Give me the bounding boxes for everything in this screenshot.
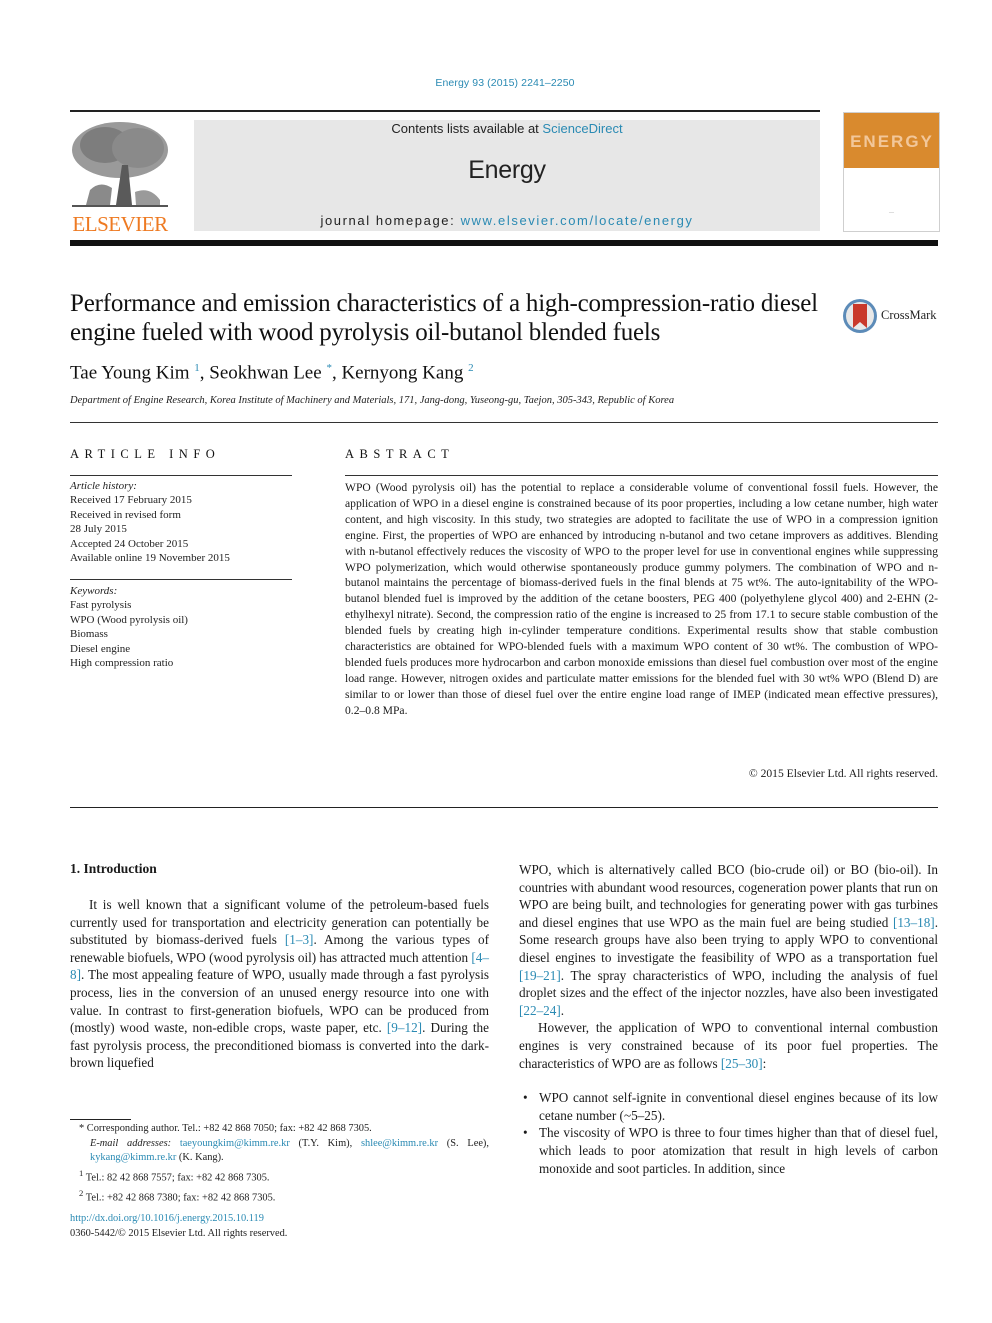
- crossmark-label: CrossMark: [881, 308, 937, 322]
- footnote-rule: [70, 1119, 131, 1120]
- journal-banner: Contents lists available at ScienceDirec…: [194, 120, 820, 231]
- bullet-item: The viscosity of WPO is three to four ti…: [519, 1124, 938, 1177]
- abstract-heading: ABSTRACT: [345, 447, 455, 461]
- author-list: Tae Young Kim 1, Seokhwan Lee *, Kernyon…: [70, 362, 474, 384]
- email-owner: (K. Kang).: [176, 1152, 224, 1164]
- divider: [70, 475, 292, 476]
- footnotes: * Corresponding author. Tel.: +82 42 868…: [70, 1122, 489, 1206]
- cover-title: ENERGY: [850, 132, 934, 151]
- citation-link[interactable]: [1–3]: [285, 932, 314, 947]
- elsevier-tree-icon: [70, 120, 170, 212]
- article-info-heading: ARTICLE INFO: [70, 447, 221, 461]
- contents-line: Contents lists available at ScienceDirec…: [194, 121, 820, 136]
- header-thick-rule: [70, 240, 938, 246]
- journal-name: Energy: [468, 156, 546, 184]
- divider: [70, 807, 938, 808]
- divider: [345, 475, 938, 476]
- footnote-emails: E-mail addresses: taeyoungkim@kimm.re.kr…: [70, 1137, 489, 1166]
- body-column-right: WPO, which is alternatively called BCO (…: [519, 861, 938, 1177]
- homepage-prefix: journal homepage:: [320, 213, 461, 228]
- divider: [70, 579, 292, 580]
- history-item: Received in revised form: [70, 508, 181, 521]
- section-heading-introduction: 1. Introduction: [70, 861, 157, 876]
- affiliation: Department of Engine Research, Korea Ins…: [70, 395, 675, 406]
- citation-link[interactable]: [4–8]: [70, 950, 489, 983]
- citation-link[interactable]: [19–21]: [519, 968, 561, 983]
- bullet-item: WPO cannot self-ignite in conventional d…: [519, 1089, 938, 1124]
- email-label: E-mail addresses:: [90, 1137, 180, 1149]
- keyword-item: High compression ratio: [70, 657, 174, 670]
- author-name: Kernyong Kang: [341, 362, 469, 384]
- footnote-1: 1 Tel.: 82 42 868 7557; fax: +82 42 868 …: [70, 1166, 489, 1186]
- paragraph: It is well known that a significant volu…: [70, 897, 490, 1071]
- citation-link[interactable]: [9–12]: [387, 1020, 422, 1035]
- email-owner: (T.Y. Kim),: [289, 1137, 361, 1149]
- keyword-item: WPO (Wood pyrolysis oil): [70, 613, 188, 626]
- email-owner: (S. Lee),: [438, 1137, 489, 1149]
- keywords-block: Keywords: Fast pyrolysis WPO (Wood pyroly…: [70, 584, 188, 670]
- author-separator: ,: [199, 362, 210, 384]
- journal-cover-thumbnail[interactable]: ENERGY —: [843, 112, 940, 232]
- abstract-copyright: © 2015 Elsevier Ltd. All rights reserved…: [748, 767, 938, 780]
- bullet-list: WPO cannot self-ignite in conventional d…: [519, 1089, 938, 1177]
- journal-homepage-line: journal homepage: www.elsevier.com/locat…: [194, 213, 820, 228]
- article-history: Article history: Received 17 February 20…: [70, 479, 230, 565]
- citation-link[interactable]: [22–24]: [519, 1003, 561, 1018]
- keyword-item: Fast pyrolysis: [70, 599, 132, 612]
- journal-homepage-link[interactable]: www.elsevier.com/locate/energy: [461, 213, 694, 228]
- article-history-list: Received 17 February 2015 Received in rev…: [70, 493, 230, 565]
- footnote-2-text: Tel.: +82 42 868 7380; fax: +82 42 868 7…: [83, 1192, 276, 1204]
- keywords-label: Keywords:: [70, 585, 118, 597]
- elsevier-wordmark: ELSEVIER: [72, 212, 168, 236]
- cover-publisher-mark: —: [889, 211, 894, 216]
- article-history-label: Article history:: [70, 480, 137, 492]
- paragraph: However, the application of WPO to conve…: [519, 1020, 938, 1071]
- history-item: Accepted 24 October 2015: [70, 537, 189, 550]
- email-link[interactable]: kykang@kimm.re.kr: [90, 1152, 176, 1163]
- keyword-list: Fast pyrolysis WPO (Wood pyrolysis oil) Bi…: [70, 598, 188, 670]
- paragraph: WPO, which is alternatively called BCO (…: [519, 862, 938, 1018]
- article-title: Performance and emission characteristics…: [70, 290, 818, 346]
- footnote-corresponding: * Corresponding author. Tel.: +82 42 868…: [79, 1123, 372, 1134]
- author-separator: ,: [331, 362, 342, 384]
- issn-copyright: 0360-5442/© 2015 Elsevier Ltd. All right…: [70, 1228, 288, 1239]
- journal-citation-link[interactable]: Energy 93 (2015) 2241–2250: [0, 77, 992, 89]
- history-item: Available online 19 November 2015: [70, 552, 230, 565]
- sciencedirect-link[interactable]: ScienceDirect: [542, 121, 622, 136]
- author-name: Seokhwan Lee: [209, 362, 327, 384]
- footnote-1-text: Tel.: 82 42 868 7557; fax: +82 42 868 73…: [83, 1172, 270, 1184]
- author-name: Tae Young Kim: [70, 362, 195, 384]
- crossmark-button[interactable]: CrossMark: [842, 296, 942, 336]
- email-link[interactable]: taeyoungkim@kimm.re.kr: [180, 1138, 290, 1149]
- author-affiliation-mark[interactable]: 2: [468, 362, 474, 374]
- crossmark-icon: [843, 299, 877, 333]
- citation-link[interactable]: [13–18]: [893, 915, 935, 930]
- abstract-text: WPO (Wood pyrolysis oil) has the potenti…: [345, 481, 938, 717]
- footnote-2: 2 Tel.: +82 42 868 7380; fax: +82 42 868…: [70, 1186, 489, 1206]
- divider: [70, 422, 938, 423]
- email-link[interactable]: shlee@kimm.re.kr: [361, 1138, 438, 1149]
- elsevier-logo[interactable]: ELSEVIER: [70, 120, 170, 236]
- body-column-left: It is well known that a significant volu…: [70, 896, 489, 1072]
- keyword-item: Diesel engine: [70, 642, 131, 655]
- contents-prefix: Contents lists available at: [391, 121, 543, 136]
- history-item: 28 July 2015: [70, 523, 127, 536]
- header-rule: [70, 110, 820, 112]
- doi-link[interactable]: http://dx.doi.org/10.1016/j.energy.2015.…: [70, 1211, 264, 1226]
- citation-link[interactable]: [25–30]: [721, 1056, 763, 1071]
- history-item: Received 17 February 2015: [70, 494, 192, 507]
- keyword-item: Biomass: [70, 628, 108, 641]
